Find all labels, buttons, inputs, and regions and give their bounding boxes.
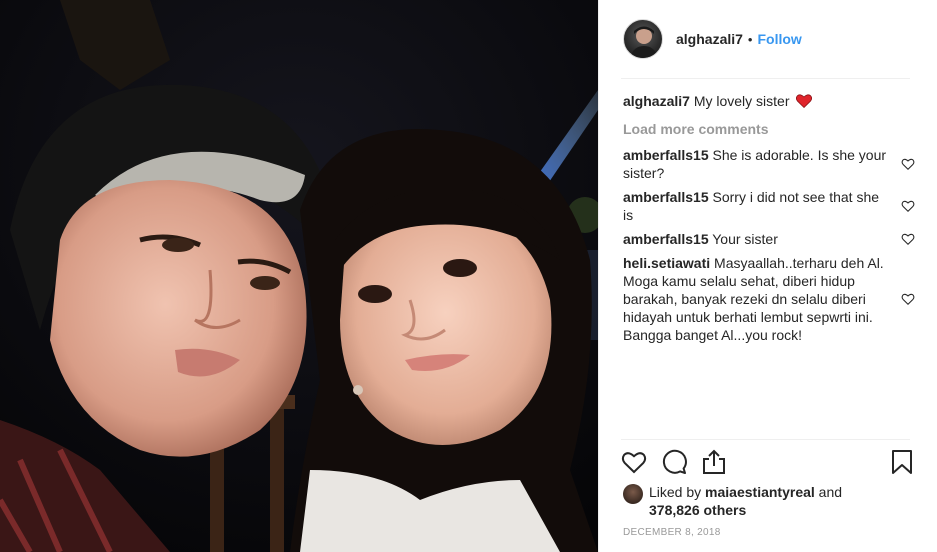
post-side-panel: alghazali7 • Follow alghazali7 My lovely…	[598, 0, 937, 552]
comment-text: Your sister	[712, 231, 778, 247]
actions-divider	[621, 439, 910, 440]
post-photo[interactable]	[0, 0, 598, 552]
separator-dot: •	[747, 31, 753, 47]
comment-item: amberfalls15 Your sister	[623, 230, 915, 248]
comment-bubble-icon	[662, 449, 687, 474]
load-more-comments-link[interactable]: Load more comments	[623, 120, 915, 138]
heart-outline-icon[interactable]	[901, 232, 915, 246]
comment-username-link[interactable]: amberfalls15	[623, 147, 709, 163]
share-button[interactable]	[701, 449, 727, 475]
comment-username-link[interactable]: heli.setiawati	[623, 255, 710, 271]
likes-summary: Liked by maiaestiantyreal and 378,826 ot…	[623, 483, 913, 519]
liked-by-others-link[interactable]: 378,826 others	[649, 502, 746, 518]
liked-by-prefix: Liked by	[649, 484, 702, 500]
comment-username-link[interactable]: amberfalls15	[623, 231, 709, 247]
comment-item: amberfalls15 Sorry i did not see that sh…	[623, 188, 915, 224]
like-button[interactable]	[621, 449, 647, 475]
post-caption: alghazali7 My lovely sister	[623, 92, 915, 110]
comment-item: heli.setiawati Masyaallah..terharu deh A…	[623, 254, 915, 344]
comments-section: alghazali7 My lovely sister Load more co…	[623, 88, 915, 350]
follow-button[interactable]: Follow	[757, 31, 801, 47]
comment-username-link[interactable]: amberfalls15	[623, 189, 709, 205]
liked-by-and: and	[818, 484, 843, 500]
caption-text: My lovely sister	[693, 93, 790, 109]
heart-outline-icon[interactable]	[901, 292, 915, 306]
heart-outline-icon[interactable]	[901, 199, 915, 213]
heart-outline-icon	[621, 452, 647, 474]
comment-item: amberfalls15 She is adorable. Is she you…	[623, 146, 915, 182]
liked-by-username-link[interactable]: maiaestiantyreal	[705, 484, 815, 500]
liker-avatar[interactable]	[623, 484, 643, 504]
likes-text: Liked by maiaestiantyreal and 378,826 ot…	[649, 483, 842, 519]
post-date[interactable]: DECEMBER 8, 2018	[623, 527, 721, 538]
share-icon	[703, 449, 725, 474]
action-bar	[621, 449, 915, 475]
header-divider	[621, 78, 910, 79]
author-avatar[interactable]	[623, 19, 663, 59]
save-button[interactable]	[889, 449, 915, 475]
caption-username-link[interactable]: alghazali7	[623, 93, 690, 109]
selfie-image	[0, 0, 598, 552]
heart-outline-icon[interactable]	[901, 157, 915, 171]
comment-button[interactable]	[661, 449, 687, 475]
author-username-link[interactable]: alghazali7	[676, 31, 743, 47]
red-heart-icon	[796, 94, 813, 108]
post-header: alghazali7 • Follow	[599, 0, 937, 78]
bookmark-icon	[892, 450, 912, 474]
